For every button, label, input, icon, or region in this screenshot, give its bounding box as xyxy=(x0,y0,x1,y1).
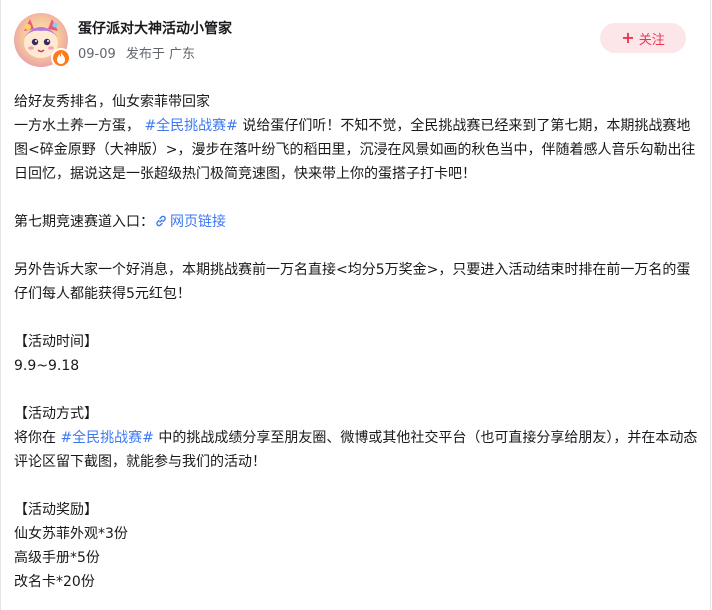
reward-title: 【活动奖励】 xyxy=(14,502,98,518)
post-date: 09-09 xyxy=(78,47,116,62)
plus-icon: + xyxy=(621,28,635,47)
web-link-label: 网页链接 xyxy=(170,214,226,230)
follow-label: 关注 xyxy=(638,32,665,48)
time-title: 【活动时间】 xyxy=(14,334,98,350)
web-link[interactable]: 网页链接 xyxy=(154,214,226,230)
reward-item-2: 高级手册*5份 xyxy=(14,550,100,566)
reward-item-3: 改名卡*20份 xyxy=(14,574,95,590)
post-paragraph-intro: 一方水土养一方蛋， #全民挑战赛# 说给蛋仔们听！不知不觉，全民挑战赛已经来到了… xyxy=(14,114,702,186)
method-title: 【活动方式】 xyxy=(14,406,98,422)
fire-badge-icon xyxy=(51,48,71,68)
left-border xyxy=(0,0,1,610)
intro-text-a: 一方水土养一方蛋， xyxy=(14,118,140,134)
link-icon xyxy=(156,215,166,227)
post-content: 给好友秀排名，仙女索菲带回家 一方水土养一方蛋， #全民挑战赛# 说给蛋仔们听！… xyxy=(14,90,702,594)
right-border xyxy=(710,0,711,610)
post-line-1: 给好友秀排名，仙女索菲带回家 xyxy=(14,94,210,110)
topic-tag-2[interactable]: #全民挑战赛# xyxy=(60,430,153,446)
post-header: 蛋仔派对大神活动小管家 09-09 发布于 广东 + 关注 xyxy=(14,10,704,70)
topic-tag-1[interactable]: #全民挑战赛# xyxy=(144,118,237,134)
time-value: 9.9~9.18 xyxy=(14,358,80,374)
post-meta: 09-09 发布于 广东 xyxy=(78,43,201,62)
entry-line: 第七期竞速赛道入口： 网页链接 xyxy=(14,210,702,234)
reward-item-1: 仙女苏菲外观*3份 xyxy=(14,526,128,542)
method-paragraph: 将你在 #全民挑战赛# 中的挑战成绩分享至朋友圈、微博或其他社交平台（也可直接分… xyxy=(14,426,702,474)
news-paragraph: 另外告诉大家一个好消息，本期挑战赛前一万名直接<均分5万奖金>，只要进入活动结束… xyxy=(14,262,691,302)
post-location: 发布于 广东 xyxy=(125,47,196,62)
entry-label: 第七期竞速赛道入口： xyxy=(14,214,154,230)
author-name[interactable]: 蛋仔派对大神活动小管家 xyxy=(78,18,232,38)
method-text-a: 将你在 xyxy=(14,430,56,446)
follow-button[interactable]: + 关注 xyxy=(600,23,686,53)
